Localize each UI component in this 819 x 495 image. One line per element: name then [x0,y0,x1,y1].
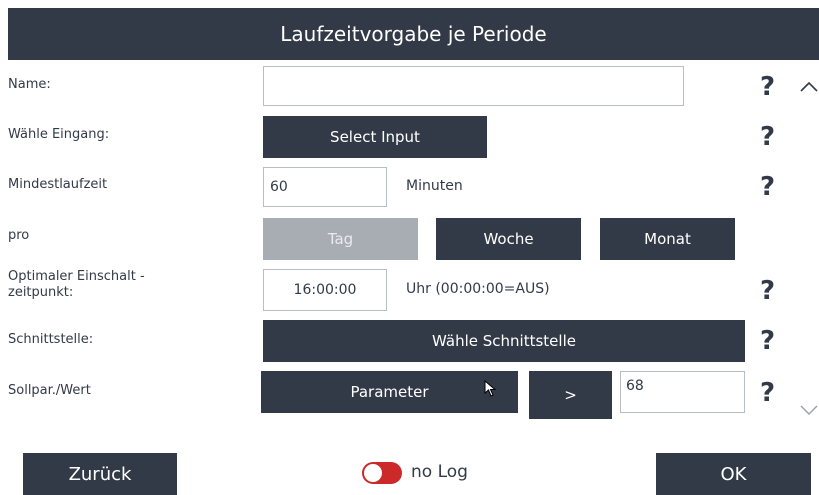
help-name-icon[interactable]: ? [760,74,775,100]
input-label: Wähle Eingang: [8,127,110,142]
period-label: pro [8,228,30,243]
mouse-cursor-icon [484,380,497,397]
setpoint-value: 68 [626,378,644,394]
back-button[interactable]: Zurück [23,453,177,495]
help-runtime-icon[interactable]: ? [760,174,775,200]
name-input[interactable] [263,66,684,106]
help-setpoint-icon[interactable]: ? [760,380,775,406]
log-toggle[interactable] [362,462,402,484]
period-woche-button[interactable]: Woche [436,218,581,260]
period-tag-button[interactable]: Tag [263,218,418,260]
runtime-input[interactable]: 60 [263,167,387,207]
help-input-icon[interactable]: ? [760,124,775,150]
runtime-value: 60 [270,179,288,195]
parameter-button[interactable]: Parameter [261,371,518,413]
setpoint-label: Sollpar./Wert [8,383,91,398]
period-monat-button[interactable]: Monat [600,218,735,260]
scroll-up-icon[interactable] [800,80,818,92]
optimal-time-label-line2: zeitpunkt: [8,285,74,300]
log-toggle-label: no Log [411,462,468,482]
select-input-button[interactable]: Select Input [263,116,487,158]
log-toggle-knob [363,463,383,483]
optimal-time-label: Optimaler Einschalt - zeitpunkt: [8,269,145,301]
help-interface-icon[interactable]: ? [760,328,775,354]
scroll-down-icon[interactable] [800,405,818,417]
optimal-time-label-line1: Optimaler Einschalt - [8,269,145,284]
name-label: Name: [8,77,51,92]
optimal-time-input[interactable]: 16:00:00 [263,269,387,311]
ok-button[interactable]: OK [656,453,811,495]
runtime-label: Mindestlaufzeit [8,177,108,192]
help-optimal-time-icon[interactable]: ? [760,278,775,304]
select-interface-button[interactable]: Wähle Schnittstelle [263,320,745,362]
page-title: Laufzeitvorgabe je Periode [8,8,819,60]
interface-label: Schnittstelle: [8,332,94,347]
runtime-unit: Minuten [406,178,463,194]
optimal-time-value: 16:00:00 [293,282,357,298]
setpoint-value-input[interactable]: 68 [620,371,745,413]
optimal-time-unit: Uhr (00:00:00=AUS) [406,281,550,297]
setpoint-arrow-button[interactable]: > [529,371,612,419]
